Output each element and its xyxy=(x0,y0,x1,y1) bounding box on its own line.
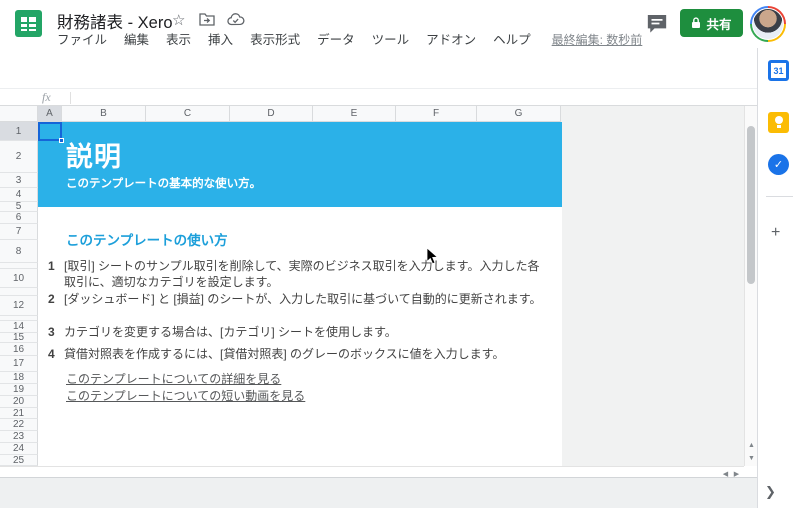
row-header[interactable]: 10 xyxy=(0,269,38,288)
menu-insert[interactable]: 挿入 xyxy=(208,33,233,47)
toolbar: 100%▼ ¥ % .0← .00→ 123▼ Roboto▼ 10▼ B I … xyxy=(0,48,757,128)
row-header[interactable]: 5 xyxy=(0,202,38,212)
row-header[interactable]: 17 xyxy=(0,356,38,372)
share-label: 共有 xyxy=(706,17,732,32)
row-header[interactable]: 16 xyxy=(0,343,38,356)
banner-subtitle: このテンプレートの基本的な使い方。 xyxy=(66,178,262,190)
row-header[interactable]: 2 xyxy=(0,141,38,173)
sidebar-divider xyxy=(766,196,793,197)
menu-format[interactable]: 表示形式 xyxy=(250,33,300,47)
spreadsheet-grid[interactable]: A B C D E F G 1 2 3 4 5 6 7 8 9 10 11 12… xyxy=(0,106,744,466)
row-header[interactable]: 19 xyxy=(0,384,38,396)
video-link[interactable]: このテンプレートについての短い動画を見る xyxy=(66,387,305,404)
row-header[interactable]: 25 xyxy=(0,455,38,466)
banner-title: 説明 xyxy=(66,142,122,172)
horizontal-scrollbar[interactable]: ◀ ▶ xyxy=(0,466,744,478)
row-header[interactable]: 8 xyxy=(0,240,38,263)
row-header[interactable]: 14 xyxy=(0,321,38,333)
select-all-corner[interactable] xyxy=(0,106,38,122)
column-header-a[interactable]: A xyxy=(38,106,62,122)
row-headers: 1 2 3 4 5 6 7 8 9 10 11 12 13 14 15 16 1… xyxy=(0,122,38,466)
fx-label: fx xyxy=(42,90,51,104)
lock-icon xyxy=(692,17,701,28)
sheet-tab-bar: + 説明▼ ダッシュボード▼ 取引▼ 損益▼ 貸借対照表 ◀ ▶ xyxy=(0,477,757,508)
row-header[interactable]: 20 xyxy=(0,396,38,408)
companion-sidebar: 31 ✓ + ❯ xyxy=(757,48,800,508)
column-headers: A B C D E F G xyxy=(38,106,561,122)
row-header[interactable]: 23 xyxy=(0,431,38,443)
row-header[interactable]: 22 xyxy=(0,419,38,431)
column-header-d[interactable]: D xyxy=(230,106,313,122)
menu-tools[interactable]: ツール xyxy=(372,33,410,47)
column-header-g[interactable]: G xyxy=(477,106,561,122)
header-banner: 説明 このテンプレートの基本的な使い方。 xyxy=(38,122,562,207)
step-2: 2 [ダッシュボード] と [損益] のシートが、入力した取引に基づいて自動的に… xyxy=(48,292,542,306)
row-header[interactable]: 24 xyxy=(0,443,38,455)
usage-heading: このテンプレートの使い方 xyxy=(66,233,228,248)
step-4: 4 貸借対照表を作成するには、[貸借対照表] のグレーのボックスに値を入力します… xyxy=(48,347,505,361)
row-header[interactable]: 11 xyxy=(0,288,38,296)
row-header[interactable]: 1 xyxy=(0,122,38,141)
share-button[interactable]: 共有 xyxy=(680,9,743,37)
row-header[interactable]: 21 xyxy=(0,408,38,419)
column-header-e[interactable]: E xyxy=(313,106,396,122)
menu-file[interactable]: ファイル xyxy=(57,33,107,47)
tasks-icon[interactable]: ✓ xyxy=(768,154,789,175)
vertical-scrollbar-thumb[interactable] xyxy=(747,126,755,284)
comment-history-icon[interactable] xyxy=(646,13,668,34)
scroll-up-button[interactable]: ▲ xyxy=(746,440,757,451)
sheet-canvas[interactable]: 説明 このテンプレートの基本的な使い方。 このテンプレートの使い方 1 [取引]… xyxy=(38,122,562,466)
row-header[interactable]: 6 xyxy=(0,212,38,224)
vertical-scrollbar[interactable]: ▲ ▼ xyxy=(744,106,757,466)
menu-addons[interactable]: アドオン xyxy=(426,33,476,47)
collapse-panel-chevron-icon[interactable]: ❯ xyxy=(765,484,776,500)
move-to-folder-icon[interactable] xyxy=(199,12,215,26)
column-header-b[interactable]: B xyxy=(62,106,146,122)
last-edit-link[interactable]: 最終編集: 数秒前 xyxy=(552,33,643,47)
menu-edit[interactable]: 編集 xyxy=(124,33,149,47)
cloud-saved-icon[interactable] xyxy=(227,13,245,26)
row-header[interactable]: 12 xyxy=(0,296,38,316)
keep-icon[interactable] xyxy=(768,112,789,133)
get-addons-button[interactable]: + xyxy=(771,224,780,242)
menu-bar: ファイル 編集 表示 挿入 表示形式 データ ツール アドオン ヘルプ 最終編集: 数秒前 xyxy=(57,29,642,47)
avatar-photo xyxy=(752,8,784,40)
row-header[interactable]: 3 xyxy=(0,173,38,188)
menu-view[interactable]: 表示 xyxy=(166,33,191,47)
star-icon[interactable]: ☆ xyxy=(172,11,185,29)
calendar-icon[interactable]: 31 xyxy=(768,60,789,81)
account-avatar[interactable] xyxy=(750,6,786,42)
sheets-logo-icon[interactable] xyxy=(15,10,42,37)
formula-bar[interactable]: fx xyxy=(0,88,757,106)
scroll-down-button[interactable]: ▼ xyxy=(746,453,757,464)
row-header[interactable]: 7 xyxy=(0,224,38,240)
selection-fill-handle[interactable] xyxy=(59,138,64,143)
column-header-c[interactable]: C xyxy=(146,106,230,122)
details-link[interactable]: このテンプレートについての詳細を見る xyxy=(66,370,281,387)
menu-data[interactable]: データ xyxy=(317,33,355,47)
menu-help[interactable]: ヘルプ xyxy=(493,33,531,47)
row-header[interactable]: 15 xyxy=(0,333,38,343)
row-header[interactable]: 18 xyxy=(0,372,38,384)
formula-bar-separator xyxy=(70,92,71,104)
top-bar: 財務諸表 - Xero ☆ ファイル 編集 表示 挿入 表示形式 データ ツール アドオン ヘル… xyxy=(0,0,800,48)
row-header[interactable]: 4 xyxy=(0,188,38,202)
step-3: 3 カテゴリを変更する場合は、[カテゴリ] シートを使用します。 xyxy=(48,325,397,339)
column-header-f[interactable]: F xyxy=(396,106,477,122)
step-1: 1 [取引] シートのサンプル取引を削除して、実際のビジネス取引を入力します。入… xyxy=(48,259,540,289)
